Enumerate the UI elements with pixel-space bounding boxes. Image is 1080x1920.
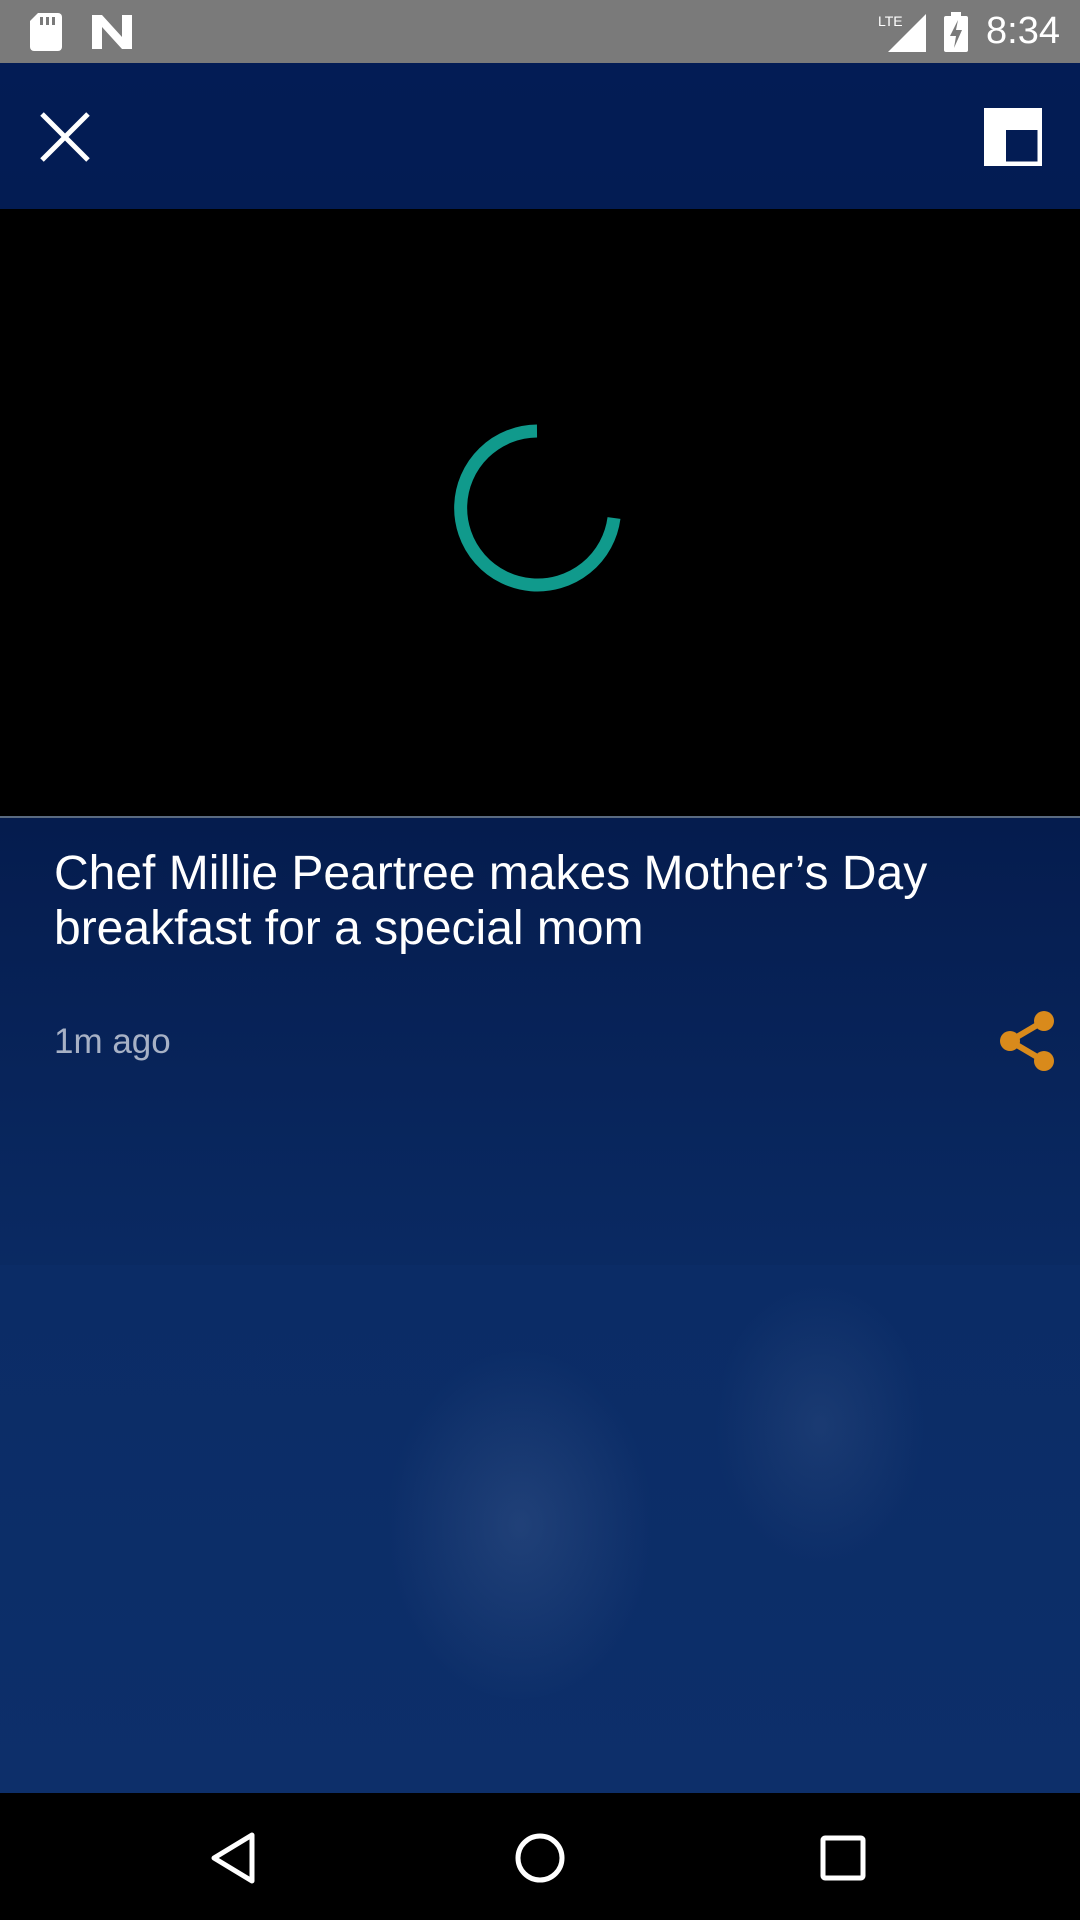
share-icon xyxy=(1000,1011,1054,1071)
status-time: 8:34 xyxy=(986,10,1060,52)
lte-signal-icon: LTE xyxy=(878,13,927,52)
home-circle-icon xyxy=(515,1833,565,1883)
recents-square-icon xyxy=(820,1835,866,1881)
picture-in-picture-icon xyxy=(983,107,1043,167)
battery-charging-icon xyxy=(944,11,969,52)
toolbar xyxy=(0,63,1080,209)
loading-spinner-icon xyxy=(454,424,621,592)
recents-button[interactable] xyxy=(808,1823,878,1893)
sd-card-icon xyxy=(30,13,62,51)
article-title: Chef Millie Peartree makes Mother’s Day … xyxy=(54,847,928,955)
picture-in-picture-button[interactable] xyxy=(983,107,1043,167)
back-button[interactable] xyxy=(200,1823,270,1893)
svg-text:LTE: LTE xyxy=(878,13,903,29)
background-image xyxy=(0,1265,1080,1793)
article-timestamp: 1m ago xyxy=(54,1022,171,1061)
navigation-bar xyxy=(0,1793,1080,1920)
close-icon xyxy=(40,112,90,162)
status-bar: LTE 8:34 xyxy=(0,0,1080,63)
home-button[interactable] xyxy=(505,1823,575,1893)
share-button[interactable] xyxy=(998,1010,1056,1072)
n-notification-icon xyxy=(92,15,132,49)
close-button[interactable] xyxy=(30,102,100,172)
back-triangle-icon xyxy=(211,1832,255,1884)
